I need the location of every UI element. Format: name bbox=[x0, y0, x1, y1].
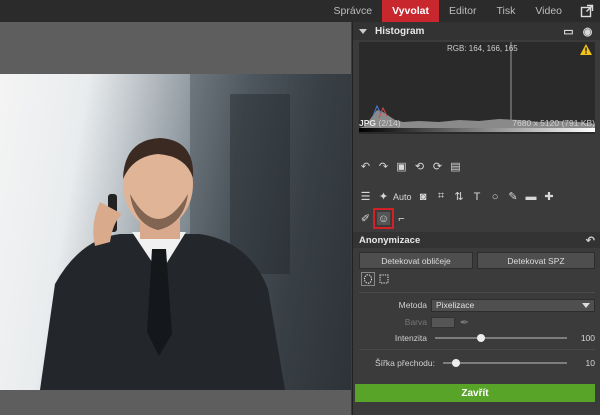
file-info: JPG (2/14) 7680 x 5120 (791 KB) bbox=[359, 118, 595, 132]
method-label: Metoda bbox=[398, 300, 427, 310]
anonymize-title: Anonymizace bbox=[359, 234, 421, 246]
transition-slider-handle[interactable] bbox=[452, 359, 461, 367]
intensity-slider[interactable] bbox=[435, 334, 567, 342]
reset-icon[interactable]: ↶ bbox=[586, 234, 595, 247]
tab-spravce[interactable]: Správce bbox=[324, 0, 383, 22]
adjustments-icon[interactable]: ☰ bbox=[359, 190, 372, 203]
transition-label: Šířka přechodu: bbox=[374, 358, 435, 368]
photo-preview[interactable] bbox=[0, 74, 351, 390]
transition-row: Šířka přechodu: 10 bbox=[359, 356, 595, 370]
histogram-title: Histogram bbox=[375, 25, 425, 37]
text-icon[interactable]: T bbox=[471, 190, 484, 203]
intensity-row: Intenzita 100 bbox=[359, 331, 595, 345]
histogram-mode-icon[interactable]: ▭ bbox=[562, 25, 575, 38]
color-label: Barva bbox=[404, 317, 427, 327]
file-dimensions: 7680 x 5120 (791 KB) bbox=[512, 118, 595, 128]
module-tabs: Správce Vyvolat Editor Tisk Video bbox=[324, 0, 572, 22]
brush-icon[interactable]: ✎ bbox=[507, 190, 520, 203]
save-preset-icon[interactable]: ▤ bbox=[449, 160, 462, 173]
tab-editor[interactable]: Editor bbox=[439, 0, 486, 22]
edit-history-toolbar: ↶ ↷ ▣ ⟲ ⟳ ▤ bbox=[359, 160, 462, 173]
color-swatch[interactable] bbox=[431, 316, 455, 328]
divider bbox=[359, 349, 595, 350]
intensity-label: Intenzita bbox=[394, 333, 427, 343]
tools-row-1: ☰ ✦ Auto ◙ ⌗ ⇅ T ○ ✎ ▬ ✚ bbox=[359, 190, 556, 203]
transition-value: 10 bbox=[585, 358, 595, 368]
compare-icon[interactable]: ▣ bbox=[395, 160, 408, 173]
warning-icon[interactable] bbox=[580, 44, 592, 55]
rotate-left-icon[interactable]: ⟲ bbox=[413, 160, 426, 173]
circle-shape-icon[interactable]: ○ bbox=[489, 190, 502, 203]
eyedropper-icon[interactable]: ✒ bbox=[458, 316, 471, 329]
auto-enhance-icon[interactable]: ✦ bbox=[377, 190, 390, 203]
right-panel: Histogram ▭ ◉ RGB: 164, 166, 165 JPG (2/… bbox=[352, 22, 600, 415]
external-window-icon[interactable] bbox=[580, 4, 594, 18]
rgb-readout: RGB: 164, 166, 165 bbox=[447, 44, 518, 53]
close-button[interactable]: Zavřít bbox=[355, 384, 595, 402]
rect-select-icon[interactable] bbox=[377, 272, 391, 286]
tab-vyvolat[interactable]: Vyvolat bbox=[382, 0, 440, 22]
dropdown-arrow-icon bbox=[582, 302, 590, 308]
intensity-value: 100 bbox=[580, 333, 595, 343]
detect-plates-button[interactable]: Detekovat SPZ bbox=[477, 252, 595, 269]
pen-icon[interactable]: ✐ bbox=[359, 212, 372, 225]
method-row: Metoda Pixelizace bbox=[359, 298, 595, 312]
image-canvas[interactable] bbox=[0, 22, 351, 415]
camera-icon[interactable]: ◙ bbox=[417, 190, 430, 203]
tab-tisk[interactable]: Tisk bbox=[486, 0, 525, 22]
divider bbox=[359, 292, 595, 293]
color-row: Barva ✒ bbox=[359, 315, 595, 329]
tab-video[interactable]: Video bbox=[525, 0, 572, 22]
gradient-icon[interactable]: ▬ bbox=[525, 190, 538, 203]
ellipse-select-icon[interactable] bbox=[361, 272, 375, 286]
file-index: (2/14) bbox=[378, 118, 401, 128]
method-value: Pixelizace bbox=[436, 300, 475, 310]
perspective-icon[interactable]: ⌐ bbox=[395, 212, 408, 225]
undo-icon[interactable]: ↶ bbox=[359, 160, 372, 173]
auto-label[interactable]: Auto bbox=[393, 192, 412, 202]
method-select[interactable]: Pixelizace bbox=[431, 298, 595, 312]
intensity-slider-handle[interactable] bbox=[477, 334, 486, 342]
file-format: JPG bbox=[359, 118, 377, 128]
top-bar: Správce Vyvolat Editor Tisk Video bbox=[0, 0, 600, 22]
anonymize-section-header: Anonymizace ↶ bbox=[353, 232, 600, 248]
histogram-header[interactable]: Histogram ▭ ◉ bbox=[353, 22, 600, 40]
straighten-icon[interactable]: ⇅ bbox=[453, 190, 466, 203]
crop-icon[interactable]: ⌗ bbox=[435, 190, 448, 203]
photo-subject bbox=[40, 74, 351, 390]
histogram-settings-icon[interactable]: ◉ bbox=[581, 25, 594, 38]
redo-icon[interactable]: ↷ bbox=[377, 160, 390, 173]
rotate-right-icon[interactable]: ⟳ bbox=[431, 160, 444, 173]
anonymize-face-icon[interactable]: ☺ bbox=[373, 208, 394, 229]
collapse-caret-icon[interactable] bbox=[359, 28, 367, 34]
bandage-icon[interactable]: ✚ bbox=[543, 190, 556, 203]
detect-faces-button[interactable]: Detekovat obličeje bbox=[359, 252, 473, 269]
transition-slider[interactable] bbox=[443, 359, 567, 367]
tools-row-2: ✐ ☺ ⌐ bbox=[359, 208, 408, 229]
